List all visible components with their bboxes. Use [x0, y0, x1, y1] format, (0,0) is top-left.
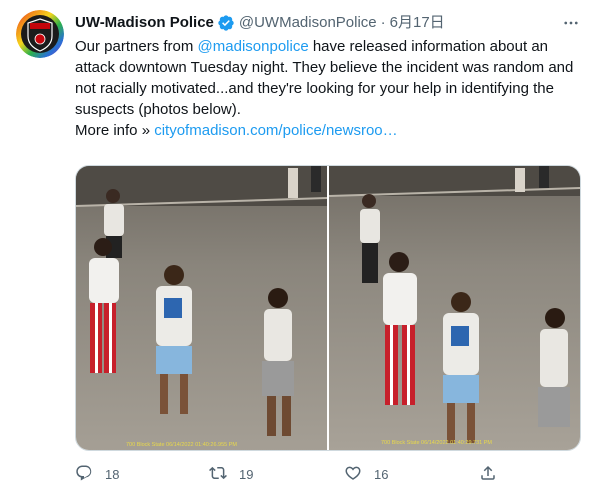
author-handle[interactable]: @UWMadisonPolice: [239, 13, 377, 33]
retweet-icon: [209, 464, 227, 485]
heart-icon: [344, 464, 362, 485]
photo-right[interactable]: 700 Block State 06/14/2022 01:40:29.731 …: [329, 166, 580, 450]
action-bar: 18 19 16: [75, 462, 580, 486]
like-count: 16: [374, 466, 389, 482]
more-options-icon[interactable]: [561, 13, 581, 33]
camera-timestamp: 700 Block State 06/14/2022 01:40:26.955 …: [126, 442, 237, 448]
reply-count: 18: [105, 466, 120, 482]
reply-icon: [75, 464, 93, 485]
avatar[interactable]: [16, 10, 64, 58]
share-icon: [479, 464, 497, 485]
retweet-button[interactable]: 19: [209, 464, 253, 485]
retweet-count: 19: [239, 466, 254, 482]
photo-left[interactable]: 700 Block State 06/14/2022 01:40:26.955 …: [76, 166, 327, 450]
share-button[interactable]: [479, 464, 497, 485]
external-link[interactable]: cityofmadison.com/police/newsroo…: [154, 122, 397, 139]
tweet-card[interactable]: UW-Madison Police @UWMadisonPolice · 6月1…: [0, 0, 597, 494]
media-grid: 700 Block State 06/14/2022 01:40:26.955 …: [75, 165, 581, 451]
verified-badge-icon: [217, 14, 235, 32]
tweet-text: Our partners from @madisonpolice have re…: [75, 36, 580, 141]
reply-button[interactable]: 18: [75, 464, 119, 485]
separator-dot: ·: [380, 14, 386, 31]
like-button[interactable]: 16: [344, 464, 388, 485]
tweet-header: UW-Madison Police @UWMadisonPolice · 6月1…: [75, 13, 581, 33]
tweet-text-start: Our partners from: [75, 38, 198, 55]
more-info-label: More info »: [75, 122, 155, 139]
mention-link[interactable]: @madisonpolice: [198, 38, 309, 55]
camera-timestamp: 700 Block State 06/14/2022 01:40:29.731 …: [381, 440, 492, 446]
tweet-date[interactable]: 6月17日: [390, 13, 445, 33]
author-name[interactable]: UW-Madison Police: [75, 13, 214, 33]
